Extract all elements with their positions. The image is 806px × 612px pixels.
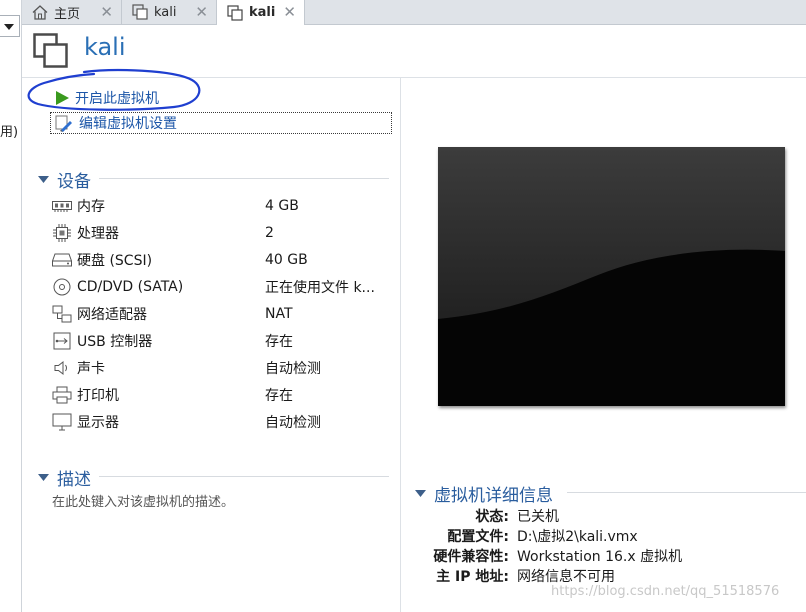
detail-key: 配置文件:	[447, 529, 509, 545]
detail-key: 硬件兼容性:	[433, 549, 509, 565]
detail-value: 网络信息不可用	[517, 569, 615, 585]
chevron-down-icon	[4, 24, 14, 30]
vm-icon	[132, 4, 148, 20]
close-icon[interactable]: ✕	[195, 4, 208, 20]
detail-key: 状态:	[475, 509, 509, 525]
device-value: 正在使用文件 k...	[265, 279, 375, 296]
description-section-header[interactable]: 描述	[38, 465, 91, 490]
detail-key: 主 IP 地址:	[436, 569, 509, 585]
device-value: 自动检测	[265, 414, 321, 431]
close-icon[interactable]: ✕	[283, 5, 296, 20]
monitor-icon	[52, 413, 72, 431]
tab-label: kali	[154, 4, 177, 20]
device-row-network[interactable]: 网络适配器 NAT	[52, 300, 392, 327]
device-value: 存在	[265, 333, 293, 350]
detail-value: D:\虚拟2\kali.vmx	[517, 529, 638, 545]
edit-settings-icon	[55, 115, 72, 132]
devices-heading: 设备	[57, 172, 91, 192]
tab-label: 主页	[54, 6, 81, 22]
library-dropdown[interactable]	[0, 15, 20, 37]
memory-icon	[52, 197, 72, 215]
vm-icon	[227, 4, 243, 21]
device-name: USB 控制器	[77, 333, 153, 350]
tab-vm-active[interactable]: kali ✕	[217, 0, 305, 25]
device-row-printer[interactable]: 打印机 存在	[52, 381, 392, 408]
page-title: kali	[84, 33, 126, 61]
detail-value: 已关机	[517, 509, 559, 525]
device-value: 自动检测	[265, 360, 321, 377]
device-row-sound[interactable]: 声卡 自动检测	[52, 354, 392, 381]
edit-settings-label: 编辑虚拟机设置	[79, 116, 177, 132]
device-row-hard-disk[interactable]: 硬盘 (SCSI) 40 GB	[52, 246, 392, 273]
section-divider	[567, 492, 806, 493]
details-heading: 虚拟机详细信息	[434, 486, 553, 506]
section-divider	[99, 178, 389, 179]
device-name: 打印机	[77, 387, 119, 404]
devices-section-header[interactable]: 设备	[38, 167, 91, 192]
collapse-triangle-icon	[38, 474, 49, 481]
home-icon	[32, 4, 48, 20]
device-name: 内存	[77, 198, 105, 215]
sound-icon	[52, 359, 72, 377]
detail-row-state: 状态: 已关机	[0, 506, 806, 526]
details-section-header[interactable]: 虚拟机详细信息	[415, 481, 553, 506]
device-row-usb[interactable]: USB 控制器 存在	[52, 327, 392, 354]
watermark-text: https://blog.csdn.net/qq_51518576	[551, 584, 780, 599]
device-value: NAT	[265, 305, 293, 322]
tab-vm[interactable]: kali ✕	[122, 0, 217, 24]
section-divider	[99, 476, 389, 477]
device-row-processor[interactable]: 处理器 2	[52, 219, 392, 246]
device-name: CD/DVD (SATA)	[77, 278, 184, 295]
device-name: 硬盘 (SCSI)	[77, 252, 153, 269]
device-row-display[interactable]: 显示器 自动检测	[52, 408, 392, 435]
close-icon[interactable]: ✕	[100, 4, 113, 20]
annotation-circle	[27, 69, 201, 111]
detail-row-hardware-compat: 硬件兼容性: Workstation 16.x 虚拟机	[0, 546, 806, 566]
device-row-memory[interactable]: 内存 4 GB	[52, 192, 392, 219]
device-value: 2	[265, 224, 274, 241]
device-value: 存在	[265, 387, 293, 404]
library-truncated-text: 用)	[0, 125, 19, 140]
cpu-icon	[52, 223, 72, 242]
collapse-triangle-icon	[415, 490, 426, 497]
device-name: 网络适配器	[77, 306, 147, 323]
vm-screen-preview[interactable]	[438, 147, 785, 406]
printer-icon	[52, 386, 72, 404]
detail-row-config-file: 配置文件: D:\虚拟2\kali.vmx	[0, 526, 806, 546]
device-name: 处理器	[77, 225, 119, 242]
cd-dvd-icon	[52, 278, 72, 296]
device-value: 40 GB	[265, 251, 308, 268]
detail-value: Workstation 16.x 虚拟机	[517, 549, 683, 565]
description-heading: 描述	[57, 470, 91, 490]
device-row-cd-dvd[interactable]: CD/DVD (SATA) 正在使用文件 k...	[52, 273, 392, 300]
tab-home[interactable]: 主页 ✕	[22, 0, 122, 24]
network-adapter-icon	[52, 305, 72, 323]
device-name: 显示器	[77, 414, 119, 431]
hard-disk-icon	[52, 251, 72, 269]
detail-row-ip-address: 主 IP 地址: 网络信息不可用	[0, 566, 806, 586]
device-value: 4 GB	[265, 197, 299, 214]
tab-label: kali	[249, 5, 276, 20]
collapse-triangle-icon	[38, 176, 49, 183]
device-name: 声卡	[77, 360, 105, 377]
usb-icon	[52, 332, 72, 350]
